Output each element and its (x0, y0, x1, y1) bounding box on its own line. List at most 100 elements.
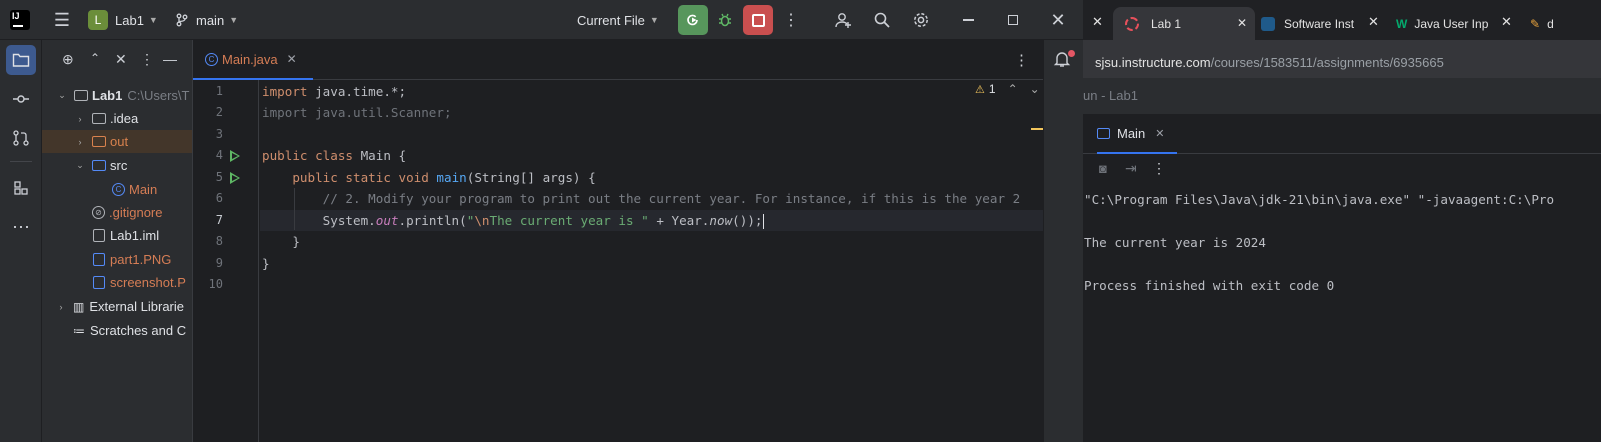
camera-icon[interactable]: ◙ (1099, 161, 1107, 176)
bug-icon (719, 13, 731, 27)
intellij-logo[interactable]: IJ (10, 10, 30, 30)
hide-panel-icon[interactable]: — (163, 51, 177, 67)
close-tab-icon[interactable]: ✕ (1368, 14, 1379, 30)
warning-stripe-mark[interactable] (1031, 128, 1043, 130)
close-tab-icon[interactable]: ✕ (1237, 16, 1247, 30)
run-tab-main[interactable]: Main ✕ (1097, 114, 1177, 154)
right-tool-strip (1043, 40, 1083, 442)
stop-icon (751, 13, 765, 27)
run-config-label: Current File (577, 12, 645, 28)
close-tab-icon[interactable]: ✕ (1155, 127, 1164, 140)
commit-tool-button[interactable] (6, 84, 36, 114)
folder-icon (74, 90, 88, 101)
method-name: main (436, 170, 467, 185)
browser-tab-software-install[interactable]: Software Inst (1261, 7, 1381, 40)
browser-tab-java-user-input[interactable]: W Java User Inp (1396, 7, 1514, 40)
tree-item-main[interactable]: C Main (42, 178, 192, 201)
hamburger-menu-icon[interactable]: ☰ (47, 5, 77, 35)
expand-all-icon[interactable]: ⌃ (90, 51, 100, 65)
tree-item-out[interactable]: › out (42, 130, 192, 153)
rerun-button[interactable] (678, 5, 708, 35)
tree-item-lab1-iml[interactable]: Lab1.iml (42, 224, 192, 247)
tree-item-idea[interactable]: › .idea (42, 107, 192, 130)
tree-item-gitignore[interactable]: ⊘ .gitignore (42, 201, 192, 224)
run-config-icon (1097, 127, 1110, 139)
code-line: } (260, 231, 1044, 252)
tree-item-label: Lab1 (92, 88, 123, 103)
locate-icon[interactable]: ⊕ (62, 51, 74, 68)
branch-name: main (196, 12, 225, 28)
run-config-selector[interactable]: Current File ▼ (577, 0, 659, 40)
code-text: System. (262, 213, 376, 228)
notifications-button[interactable] (1052, 49, 1076, 73)
maximize-icon[interactable] (998, 5, 1028, 35)
main-menu-button[interactable]: ☰ (47, 0, 77, 40)
notification-badge (1068, 50, 1075, 57)
tree-item-screenshot[interactable]: screenshot.P (42, 271, 192, 294)
inspection-widget[interactable]: ⚠ 1 ⌃ ⌄ (975, 82, 1040, 96)
code-line: public static void main(String[] args) { (260, 167, 1044, 188)
image-file-icon (93, 276, 105, 289)
branch-switcher[interactable]: main ▼ (175, 0, 238, 40)
pull-request-icon (13, 130, 29, 146)
tree-item-label: screenshot.P (110, 275, 186, 290)
expand-chevron-icon: ⌄ (76, 160, 84, 170)
code-text: } (262, 256, 270, 271)
escape-sequence: \n (474, 213, 490, 228)
tree-item-external-libraries[interactable]: › ▥ External Librarie (42, 295, 192, 318)
tree-item-src[interactable]: ⌄ src (42, 154, 192, 177)
scratches-icon: ≔ (73, 323, 85, 338)
tree-item-lab1[interactable]: ⌄ Lab1 C:\Users\T (42, 84, 192, 107)
options-icon[interactable]: ⋮ (140, 51, 154, 68)
tab-label: Main (1117, 125, 1146, 141)
code-with-me-icon[interactable] (828, 5, 858, 35)
browser-tab-other[interactable]: ✎ d (1530, 7, 1601, 40)
prev-highlight-icon[interactable]: ⌃ (1008, 82, 1018, 96)
code-area[interactable]: import java.time.*; import java.util.Sca… (260, 80, 1044, 442)
options-icon[interactable]: ⋮ (1152, 160, 1166, 177)
more-actions-icon[interactable]: ⋮ (776, 5, 806, 35)
minimize-icon[interactable] (953, 5, 983, 35)
debug-button[interactable] (710, 5, 740, 35)
editor-options-icon[interactable]: ⋮ (1014, 51, 1029, 69)
more-tool-windows-icon[interactable]: ⋯ (6, 212, 36, 242)
project-tool-button[interactable] (6, 45, 36, 75)
tree-item-label: Main (129, 182, 158, 197)
search-icon[interactable] (867, 5, 897, 35)
tree-item-label: .gitignore (109, 205, 163, 220)
tree-item-part1-png[interactable]: part1.PNG (42, 248, 192, 271)
code-line: // 2. Modify your program to print out t… (260, 188, 1044, 209)
gear-icon[interactable] (906, 5, 936, 35)
run-method-gutter-icon[interactable] (230, 172, 240, 184)
tree-item-scratches[interactable]: ≔ Scratches and C (42, 319, 192, 342)
tab-main-java[interactable]: C Main.java ✕ (193, 40, 313, 80)
project-switcher[interactable]: L Lab1 ▼ (88, 0, 158, 40)
close-tab-icon[interactable]: ✕ (1092, 14, 1103, 30)
close-tab-icon[interactable]: ✕ (1501, 14, 1512, 30)
code-text: + Year. (648, 213, 710, 228)
collapse-all-icon[interactable]: ✕ (115, 51, 127, 68)
pull-requests-tool-button[interactable] (6, 123, 36, 153)
static-method: now (709, 213, 733, 228)
run-tab-bar: Main ✕ (1083, 114, 1601, 154)
next-highlight-icon[interactable]: ⌄ (1030, 82, 1040, 96)
string-literal: The current year is " (489, 213, 649, 228)
console-output-line: The current year is 2024 (1084, 235, 1266, 250)
line-number: 3 (215, 127, 223, 141)
close-tab-icon[interactable]: ✕ (287, 52, 297, 66)
close-icon[interactable]: ✕ (1043, 5, 1073, 35)
run-class-gutter-icon[interactable] (230, 150, 240, 162)
line-number: 9 (215, 256, 223, 270)
line-number: 1 (215, 84, 223, 98)
tab-title: d (1547, 16, 1554, 31)
stop-button[interactable] (743, 5, 773, 35)
url-path: /courses/1583511/assignments/6935665 (1210, 55, 1444, 70)
tree-item-label: src (110, 158, 128, 173)
tree-item-label: External Librarie (89, 299, 184, 314)
url-text[interactable]: sjsu.instructure.com/courses/1583511/ass… (1095, 55, 1444, 70)
browser-tab-lab1[interactable]: Lab 1 ✕ (1113, 7, 1255, 40)
line-number: 4 (215, 148, 223, 162)
indent-guide (294, 188, 295, 230)
structure-tool-button[interactable] (6, 173, 36, 203)
restore-layout-icon[interactable]: ⇥ (1125, 160, 1137, 177)
